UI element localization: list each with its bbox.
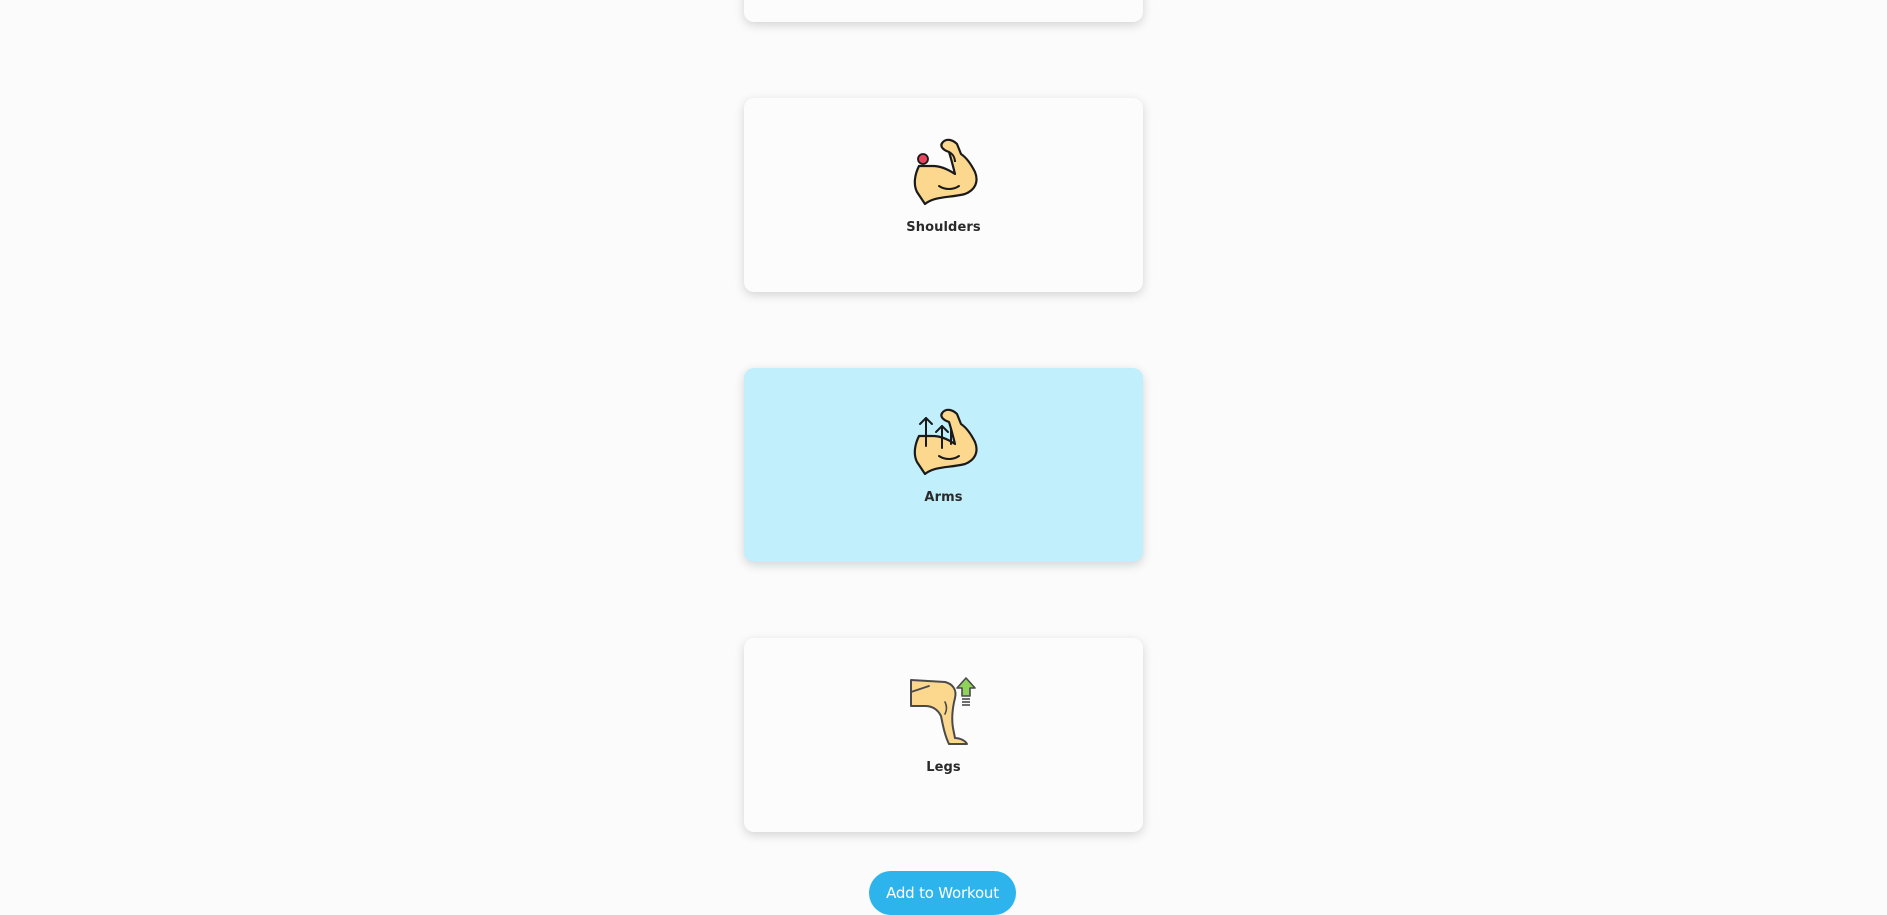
category-label: Arms	[924, 490, 963, 505]
category-label: Shoulders	[906, 220, 981, 235]
add-to-workout-button[interactable]: Add to Workout	[869, 871, 1016, 915]
category-card-shoulders[interactable]: Shoulders	[744, 98, 1143, 292]
flexed-arm-shoulder-icon	[913, 138, 978, 206]
flexed-arm-arrows-icon	[913, 408, 978, 476]
category-card-arms[interactable]: Arms	[744, 368, 1143, 562]
muscle-group-picker: Shoulders Arms Legs Add to Workout	[0, 0, 1887, 915]
category-card-partial[interactable]	[744, 0, 1143, 22]
leg-arrow-up-icon	[909, 677, 976, 745]
category-label: Legs	[926, 760, 961, 775]
category-card-legs[interactable]: Legs	[744, 638, 1143, 832]
